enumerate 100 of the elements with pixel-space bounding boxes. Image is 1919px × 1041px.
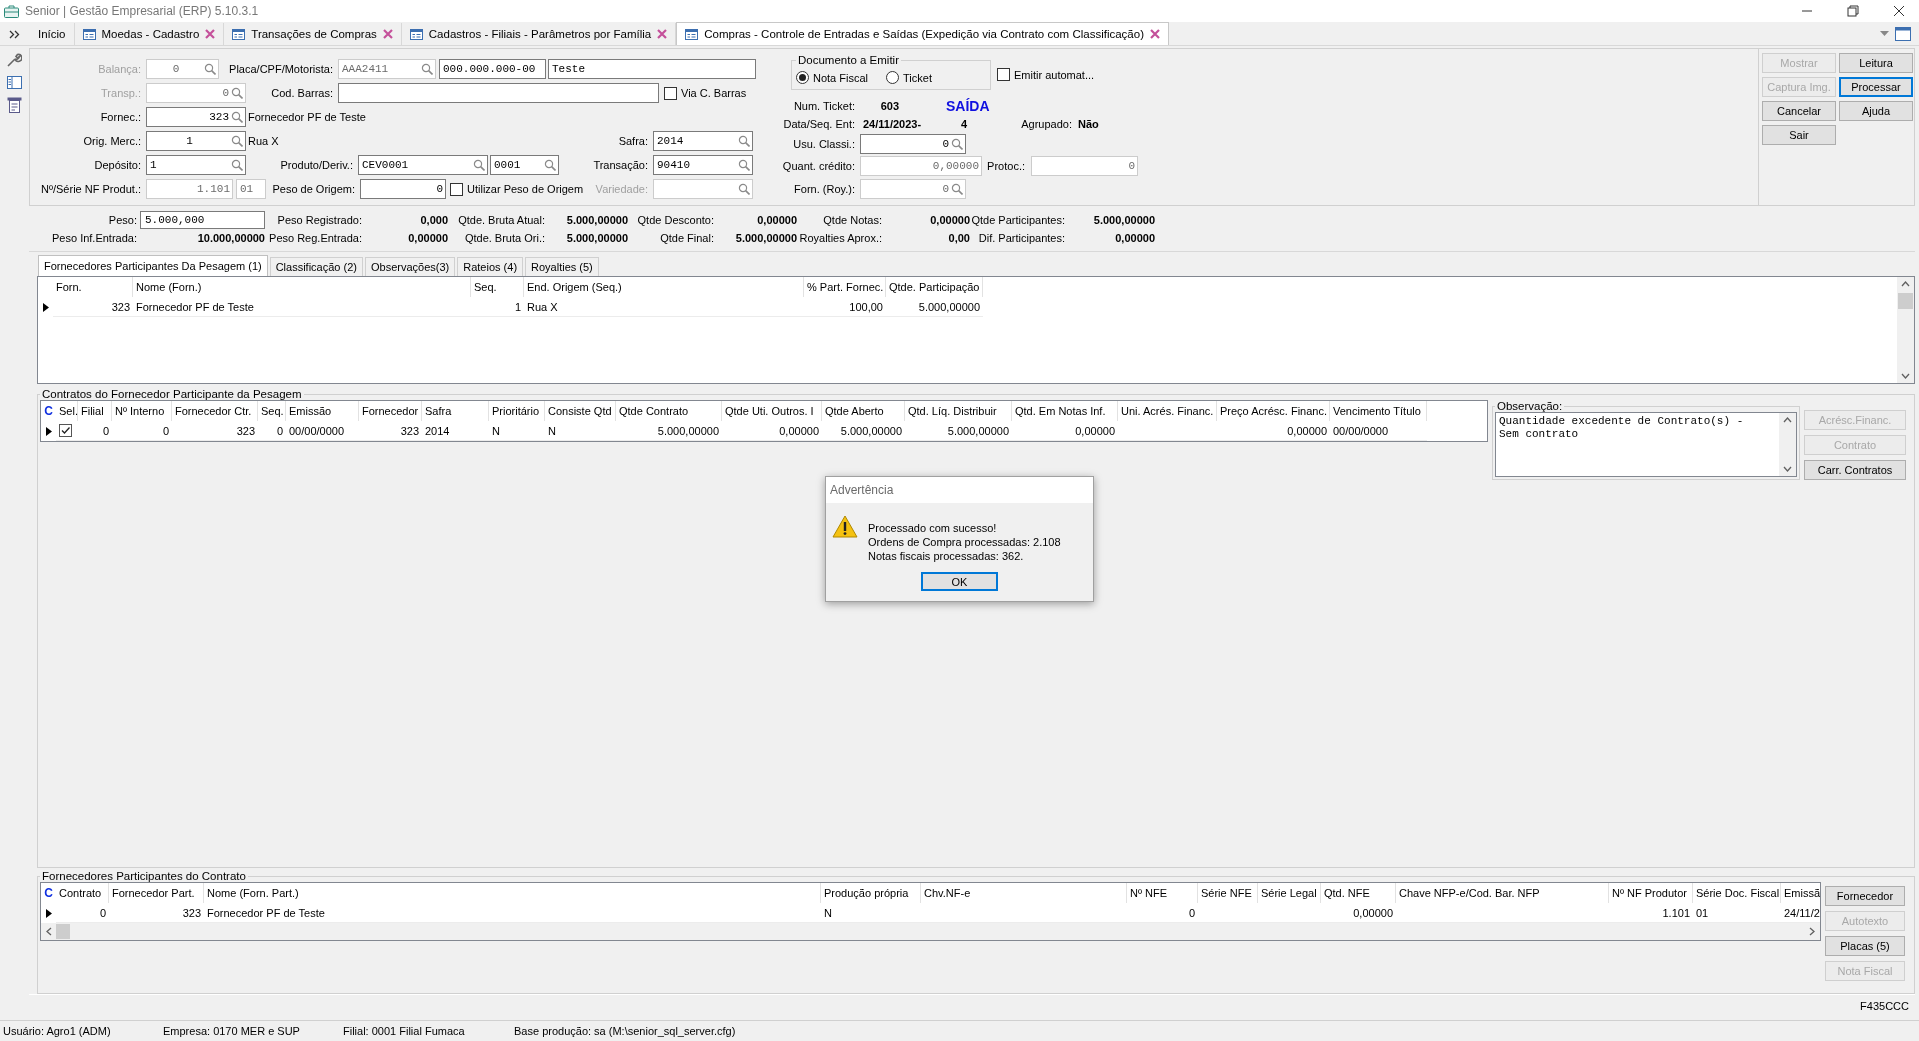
search-icon[interactable] xyxy=(738,159,750,171)
column-header[interactable]: Fornecedor xyxy=(359,401,422,421)
column-header[interactable]: Nome (Forn. Part.) xyxy=(204,883,821,903)
column-header[interactable]: Uni. Acrés. Financ. xyxy=(1118,401,1217,421)
scrollbar[interactable] xyxy=(1897,277,1914,383)
column-chooser[interactable]: C xyxy=(44,886,53,900)
search-icon[interactable] xyxy=(231,111,243,123)
radio-button[interactable] xyxy=(796,71,809,84)
column-header[interactable]: Série Doc. Fiscal xyxy=(1693,883,1781,903)
search-icon[interactable] xyxy=(231,159,243,171)
column-header[interactable]: Qtde. Participação xyxy=(886,277,983,297)
input-field[interactable]: 0001 xyxy=(490,155,559,175)
column-header[interactable]: % Part. Fornec. xyxy=(804,277,886,297)
input-field[interactable]: 000.000.000-00 xyxy=(439,59,546,79)
radio-button[interactable] xyxy=(886,71,900,84)
column-header[interactable]: Safra xyxy=(422,401,489,421)
double-chevron-icon[interactable] xyxy=(8,29,20,39)
column-header[interactable]: Produção própria xyxy=(821,883,921,903)
search-icon[interactable] xyxy=(738,135,750,147)
action-button[interactable]: Placas (5) xyxy=(1825,936,1905,956)
scroll-down-icon[interactable] xyxy=(1901,373,1910,379)
search-icon[interactable] xyxy=(473,159,485,171)
column-header[interactable]: Preço Acrésc. Financ. xyxy=(1217,401,1330,421)
scroll-down-icon[interactable] xyxy=(1783,466,1792,472)
column-header[interactable]: Fornecedor Ctr. xyxy=(172,401,258,421)
scroll-thumb[interactable] xyxy=(1898,293,1913,309)
column-chooser[interactable]: C xyxy=(44,404,53,418)
column-header[interactable]: Chv.NF-e xyxy=(921,883,1127,903)
column-header[interactable]: Qtde Contrato xyxy=(616,401,722,421)
input-field[interactable]: 1 xyxy=(146,155,246,175)
column-header[interactable]: Qtd. NFE xyxy=(1321,883,1396,903)
action-button[interactable]: Carr. Contratos xyxy=(1804,460,1906,480)
action-button[interactable]: Processar xyxy=(1839,77,1913,97)
column-header[interactable]: Forn. xyxy=(53,277,133,297)
close-icon[interactable] xyxy=(1893,5,1905,17)
action-button[interactable]: Sair xyxy=(1762,125,1836,145)
checkbox[interactable] xyxy=(59,424,72,437)
column-header[interactable]: Seq. xyxy=(258,401,286,421)
column-header[interactable]: Nome (Forn.) xyxy=(133,277,471,297)
scroll-thumb[interactable] xyxy=(56,924,70,939)
scroll-up-icon[interactable] xyxy=(1783,417,1792,423)
column-header[interactable]: Série NFE xyxy=(1198,883,1258,903)
text-area[interactable]: Quantidade excedente de Contrato(s) - Sem contrato xyxy=(1495,412,1797,477)
tab[interactable]: Cadastros - Filiais - Parâmetros por Família xyxy=(401,23,677,45)
column-header[interactable]: Série Legal xyxy=(1258,883,1321,903)
scrollbar[interactable] xyxy=(41,923,1820,940)
input-field[interactable]: 1 xyxy=(146,131,246,151)
panel-icon[interactable] xyxy=(6,76,22,89)
checkbox[interactable] xyxy=(997,68,1010,81)
column-header[interactable]: Prioritário xyxy=(489,401,545,421)
column-header[interactable]: Qtd. Líq. Distribuir xyxy=(905,401,1012,421)
field-label: Transp.: xyxy=(100,87,142,99)
search-icon[interactable] xyxy=(544,159,556,171)
column-header[interactable]: Sel. xyxy=(56,401,78,421)
input-field[interactable]: 0 xyxy=(360,179,446,199)
dropdown-icon[interactable] xyxy=(1880,30,1889,37)
column-header[interactable]: Qtde Aberto xyxy=(822,401,905,421)
input-field[interactable] xyxy=(338,83,659,103)
input-field[interactable]: CEV0001 xyxy=(358,155,488,175)
tab[interactable]: Início xyxy=(30,23,75,45)
scroll-left-icon[interactable] xyxy=(46,927,52,936)
input-field[interactable]: 323 xyxy=(146,107,246,127)
action-button[interactable]: Cancelar xyxy=(1762,101,1836,121)
column-header[interactable]: Qtd. Em Notas Inf. xyxy=(1012,401,1118,421)
tab[interactable]: Fornecedores Participantes Da Pesagem (1) xyxy=(38,255,268,276)
tab[interactable]: Transações de Compras xyxy=(224,23,402,45)
column-header[interactable]: Chave NFP-e/Cod. Bar. NFP xyxy=(1396,883,1609,903)
checkbox[interactable] xyxy=(664,86,677,100)
input-field[interactable]: Teste xyxy=(548,59,756,79)
column-header[interactable]: Consiste Qtd xyxy=(545,401,616,421)
tab[interactable]: Compras - Controle de Entradas e Saídas (Expedição via Contrato com Classificação) xyxy=(676,22,1169,45)
action-button[interactable]: Ajuda xyxy=(1839,101,1913,121)
action-button[interactable]: Fornecedor xyxy=(1825,886,1905,906)
search-icon[interactable] xyxy=(231,135,243,147)
column-header[interactable]: Filial xyxy=(78,401,112,421)
input-field[interactable]: 90410 xyxy=(653,155,753,175)
scroll-up-icon[interactable] xyxy=(1901,281,1910,287)
input-field[interactable]: 5.000,000 xyxy=(140,211,265,229)
column-header[interactable]: Nº NFE xyxy=(1127,883,1198,903)
column-header[interactable]: Nº Interno xyxy=(112,401,172,421)
column-header[interactable]: Qtde Uti. Outros. I xyxy=(722,401,822,421)
restore-icon[interactable] xyxy=(1847,5,1859,17)
search-icon[interactable] xyxy=(951,138,963,150)
column-header[interactable]: Contrato xyxy=(56,883,109,903)
column-header[interactable]: Vencimento Título xyxy=(1330,401,1427,421)
scroll-right-icon[interactable] xyxy=(1809,927,1815,936)
wrench-icon[interactable] xyxy=(6,52,22,68)
checkbox[interactable] xyxy=(450,182,463,196)
ok-button[interactable]: OK xyxy=(921,572,998,591)
window-icon[interactable] xyxy=(1895,26,1911,41)
list-icon[interactable] xyxy=(6,97,22,113)
column-header[interactable]: Nº NF Produtor xyxy=(1609,883,1693,903)
column-header[interactable]: End. Origem (Seq.) xyxy=(524,277,804,297)
input-field[interactable]: 0 xyxy=(860,134,966,154)
tab[interactable]: Moedas - Cadastro xyxy=(74,23,225,45)
column-header[interactable]: Emissão xyxy=(286,401,359,421)
action-button[interactable]: Leitura xyxy=(1839,53,1913,73)
column-header[interactable]: Fornecedor Part. xyxy=(109,883,204,903)
input-field[interactable]: 2014 xyxy=(653,131,753,151)
column-header[interactable]: Seq. xyxy=(471,277,524,297)
